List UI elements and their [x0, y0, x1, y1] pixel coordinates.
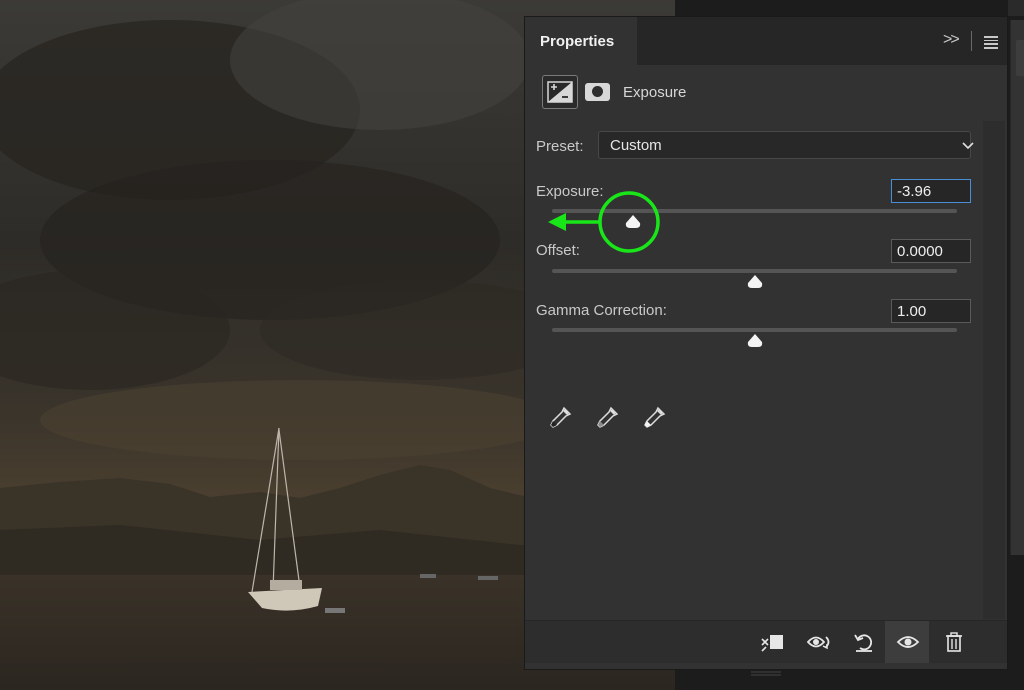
gray-point-eyedropper-icon[interactable] — [594, 405, 620, 436]
side-dock-strip[interactable] — [1010, 20, 1024, 555]
exposure-adjustment-icon[interactable] — [542, 75, 578, 109]
white-point-eyedropper-icon[interactable] — [641, 405, 667, 436]
exposure-label: Exposure: — [536, 183, 604, 200]
delete-adjustment-button[interactable] — [931, 621, 975, 663]
tab-properties[interactable]: Properties — [525, 17, 637, 65]
view-previous-state-button[interactable] — [795, 621, 839, 663]
toggle-visibility-icon — [896, 636, 920, 648]
preset-label: Preset: — [536, 138, 584, 155]
collapse-panel-icon[interactable]: >> — [943, 31, 960, 49]
preset-dropdown[interactable]: Custom — [598, 131, 974, 160]
chevron-down-icon — [950, 132, 974, 160]
properties-panel: Properties >> Exposure Preset: Custom Ex… — [524, 16, 1008, 676]
header-divider — [971, 31, 972, 51]
layer-mask-icon[interactable] — [585, 83, 610, 101]
black-point-eyedropper-icon[interactable] — [547, 405, 573, 436]
adjustment-title: Exposure — [623, 84, 687, 101]
panel-header: Properties >> — [525, 17, 1007, 65]
delete-adjustment-icon — [946, 632, 962, 652]
gamma-value-field[interactable]: 1.00 — [891, 299, 971, 323]
reset-adjustment-icon — [854, 634, 873, 652]
clip-to-layer-button[interactable] — [749, 621, 793, 663]
preset-selected-value: Custom — [610, 137, 662, 154]
gamma-slider-track[interactable] — [552, 328, 957, 332]
offset-value-field[interactable]: 0.0000 — [891, 239, 971, 263]
exposure-slider-thumb[interactable] — [624, 214, 642, 230]
bottom-toolbar — [525, 620, 1007, 663]
panel-scrollbar[interactable] — [983, 121, 1005, 619]
gamma-label: Gamma Correction: — [536, 302, 667, 319]
panel-menu-icon[interactable] — [984, 36, 998, 49]
side-dock-tab[interactable] — [1016, 40, 1024, 76]
panel-dock-corner — [1008, 0, 1024, 16]
panel-resize-grip[interactable] — [751, 663, 781, 676]
toggle-visibility-button[interactable] — [885, 621, 929, 663]
reset-adjustment-button[interactable] — [841, 621, 885, 663]
offset-label: Offset: — [536, 242, 580, 259]
offset-slider-thumb[interactable] — [746, 274, 764, 290]
clip-to-layer-icon — [761, 635, 783, 652]
exposure-slider-track[interactable] — [552, 209, 957, 213]
view-previous-state-icon — [806, 636, 830, 650]
gamma-slider-thumb[interactable] — [746, 333, 764, 349]
exposure-value-field[interactable]: -3.96 — [891, 179, 971, 203]
offset-slider-track[interactable] — [552, 269, 957, 273]
